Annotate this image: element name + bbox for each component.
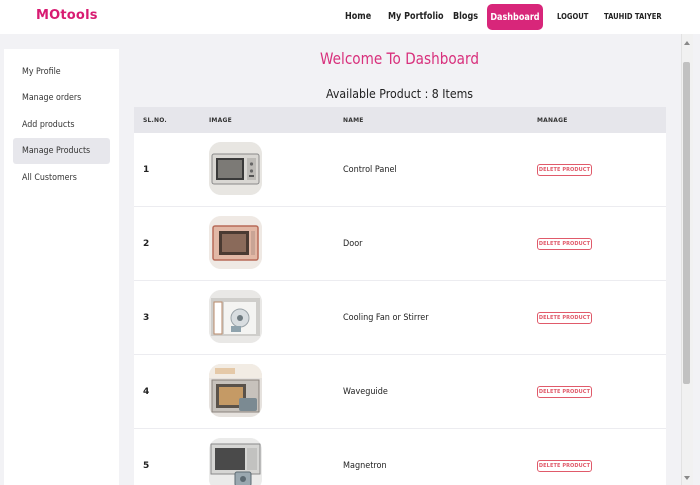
table-row: 3 Cooling Fan or Stirrer DELETE PRODUCT bbox=[134, 281, 666, 355]
nav-user-name[interactable]: TAUHID TAIYER bbox=[604, 12, 662, 21]
row-number: 2 bbox=[143, 239, 150, 249]
product-name: Magnetron bbox=[343, 461, 391, 471]
product-image bbox=[209, 290, 262, 343]
page-title-text: Welcome To Dashboard bbox=[320, 49, 480, 68]
available-product-count: Available Product : 8 Items bbox=[134, 86, 666, 101]
product-image bbox=[209, 364, 262, 417]
scroll-down-arrow-icon[interactable] bbox=[684, 476, 690, 480]
nav-logout[interactable]: LOGOUT bbox=[557, 12, 588, 21]
product-image bbox=[209, 216, 262, 269]
product-name: Control Panel bbox=[343, 165, 403, 175]
product-name: Waveguide bbox=[343, 387, 393, 397]
sidebar-item-label: Manage Products bbox=[22, 146, 91, 156]
delete-product-button[interactable]: DELETE PRODUCT bbox=[537, 164, 592, 176]
nav-home[interactable]: Home bbox=[345, 11, 371, 22]
product-name-text: Cooling Fan or Stirrer bbox=[343, 313, 429, 323]
nav-dashboard-label: Dashboard bbox=[490, 11, 540, 23]
product-name-text: Door bbox=[343, 239, 363, 249]
sidebar-item-label: Add products bbox=[22, 120, 75, 130]
sidebar-item-label: All Customers bbox=[22, 173, 77, 183]
delete-product-button[interactable]: DELETE PRODUCT bbox=[537, 386, 592, 398]
header-manage: MANAGE bbox=[537, 117, 568, 124]
delete-product-button[interactable]: DELETE PRODUCT bbox=[537, 312, 592, 324]
top-navbar: MOtools Home My Portfolio Blogs Dashboar… bbox=[0, 0, 700, 34]
product-name-text: Waveguide bbox=[343, 387, 388, 397]
product-name-text: Magnetron bbox=[343, 461, 387, 471]
delete-product-button[interactable]: DELETE PRODUCT bbox=[537, 238, 592, 250]
scroll-up-arrow-icon[interactable] bbox=[684, 41, 690, 45]
sidebar-item-label: Manage orders bbox=[22, 93, 82, 103]
header-slno: SL.NO. bbox=[143, 117, 167, 124]
nav-dashboard[interactable]: Dashboard bbox=[487, 4, 543, 30]
table-row: 2 Door DELETE PRODUCT bbox=[134, 207, 666, 281]
sidebar-item-label: My Profile bbox=[22, 67, 61, 77]
sidebar-item-all-customers[interactable]: All Customers bbox=[13, 165, 110, 191]
product-name: Cooling Fan or Stirrer bbox=[343, 313, 438, 323]
table-row: 5 Magnetron DELETE PRODUCT bbox=[134, 429, 666, 485]
sidebar: My Profile Manage orders Add products Ma… bbox=[4, 49, 119, 485]
brand-logo[interactable]: MOtools bbox=[36, 8, 98, 23]
row-number: 3 bbox=[143, 313, 150, 323]
header-image: IMAGE bbox=[209, 117, 232, 124]
available-product-count-text: Available Product : 8 Items bbox=[326, 86, 474, 101]
row-number: 1 bbox=[143, 165, 150, 175]
page-title: Welcome To Dashboard bbox=[134, 49, 666, 68]
product-name: Door bbox=[343, 239, 365, 249]
delete-product-button[interactable]: DELETE PRODUCT bbox=[537, 460, 592, 472]
nav-blogs[interactable]: Blogs bbox=[453, 11, 478, 22]
product-image bbox=[209, 142, 262, 195]
row-number: 5 bbox=[143, 461, 150, 471]
product-name-text: Control Panel bbox=[343, 165, 397, 175]
products-table: SL.NO. IMAGE NAME MANAGE 1 Control Panel… bbox=[134, 107, 666, 485]
nav-my-portfolio[interactable]: My Portfolio bbox=[388, 11, 444, 22]
header-name: NAME bbox=[343, 117, 364, 124]
scrollbar-thumb[interactable] bbox=[683, 62, 690, 384]
row-number: 4 bbox=[143, 387, 150, 397]
table-row: 4 Waveguide DELETE PRODUCT bbox=[134, 355, 666, 429]
table-row: 1 Control Panel DELETE PRODUCT bbox=[134, 133, 666, 207]
sidebar-item-add-products[interactable]: Add products bbox=[13, 112, 110, 138]
sidebar-item-manage-products[interactable]: Manage Products bbox=[13, 138, 110, 164]
product-image bbox=[209, 438, 262, 485]
sidebar-item-my-profile[interactable]: My Profile bbox=[13, 59, 110, 85]
table-header: SL.NO. IMAGE NAME MANAGE bbox=[134, 107, 666, 133]
sidebar-item-manage-orders[interactable]: Manage orders bbox=[13, 85, 110, 111]
